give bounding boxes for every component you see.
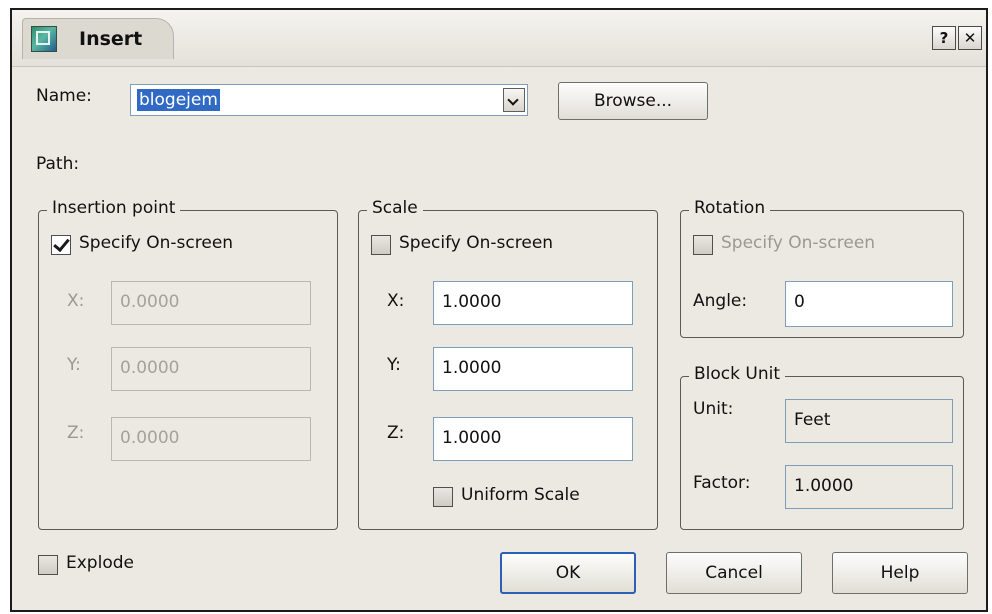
dialog-title: Insert xyxy=(79,28,143,50)
insertion-specify-label: Specify On-screen xyxy=(79,233,234,253)
insertion-specify-checkbox[interactable] xyxy=(51,235,71,255)
scale-legend: Scale xyxy=(367,198,423,218)
close-icon[interactable]: ✕ xyxy=(958,26,982,50)
cancel-button[interactable]: Cancel xyxy=(666,552,802,594)
scale-y-label: Y: xyxy=(387,355,401,375)
rotation-specify-checkbox[interactable] xyxy=(693,235,713,255)
scale-x-label: X: xyxy=(387,291,405,311)
ok-button[interactable]: OK xyxy=(500,552,636,594)
scale-z-label: Z: xyxy=(387,423,405,443)
help-button[interactable]: Help xyxy=(832,552,968,594)
rotation-specify-label: Specify On-screen xyxy=(721,233,876,253)
scale-z-field[interactable]: 1.0000 xyxy=(433,417,633,461)
factor-label: Factor: xyxy=(693,473,751,493)
path-label: Path: xyxy=(36,154,80,174)
scale-x-field[interactable]: 1.0000 xyxy=(433,281,633,325)
scale-group: Scale Specify On-screen X: 1.0000 Y: 1.0… xyxy=(358,198,658,530)
factor-value: 1.0000 xyxy=(785,465,953,509)
name-value: blogejem xyxy=(137,89,220,111)
autocad-app-icon xyxy=(31,26,57,52)
insertion-x-field[interactable]: 0.0000 xyxy=(111,281,311,325)
insertion-y-field[interactable]: 0.0000 xyxy=(111,347,311,391)
rotation-legend: Rotation xyxy=(689,198,771,218)
insertion-point-group: Insertion point Specify On-screen X: 0.0… xyxy=(38,198,338,530)
angle-label: Angle: xyxy=(693,291,748,311)
block-unit-legend: Block Unit xyxy=(689,364,785,384)
insertion-point-legend: Insertion point xyxy=(47,198,181,218)
insertion-z-label: Z: xyxy=(67,423,85,443)
scale-y-field[interactable]: 1.0000 xyxy=(433,347,633,391)
scale-specify-label: Specify On-screen xyxy=(399,233,554,253)
name-label: Name: xyxy=(36,86,92,106)
name-combobox[interactable]: blogejem xyxy=(130,84,528,116)
block-unit-group: Block Unit Unit: Feet Factor: 1.0000 xyxy=(680,364,964,530)
rotation-group: Rotation Specify On-screen Angle: 0 xyxy=(680,198,964,338)
chevron-down-icon[interactable] xyxy=(503,88,525,112)
uniform-scale-checkbox[interactable] xyxy=(433,487,453,507)
title-bar: Insert ? ✕ xyxy=(12,10,986,67)
help-icon[interactable]: ? xyxy=(932,26,956,50)
scale-specify-checkbox[interactable] xyxy=(371,235,391,255)
uniform-scale-label: Uniform Scale xyxy=(461,485,580,505)
insertion-x-label: X: xyxy=(67,291,85,311)
title-tab: Insert xyxy=(22,18,174,59)
explode-label: Explode xyxy=(66,553,134,573)
insert-dialog: Insert ? ✕ Name: blogejem Browse... Path… xyxy=(10,8,988,612)
explode-checkbox[interactable] xyxy=(38,555,58,575)
unit-label: Unit: xyxy=(693,399,734,419)
insertion-z-field[interactable]: 0.0000 xyxy=(111,417,311,461)
browse-button[interactable]: Browse... xyxy=(558,82,708,120)
insertion-y-label: Y: xyxy=(67,355,81,375)
unit-value: Feet xyxy=(785,399,953,443)
angle-field[interactable]: 0 xyxy=(785,281,953,327)
